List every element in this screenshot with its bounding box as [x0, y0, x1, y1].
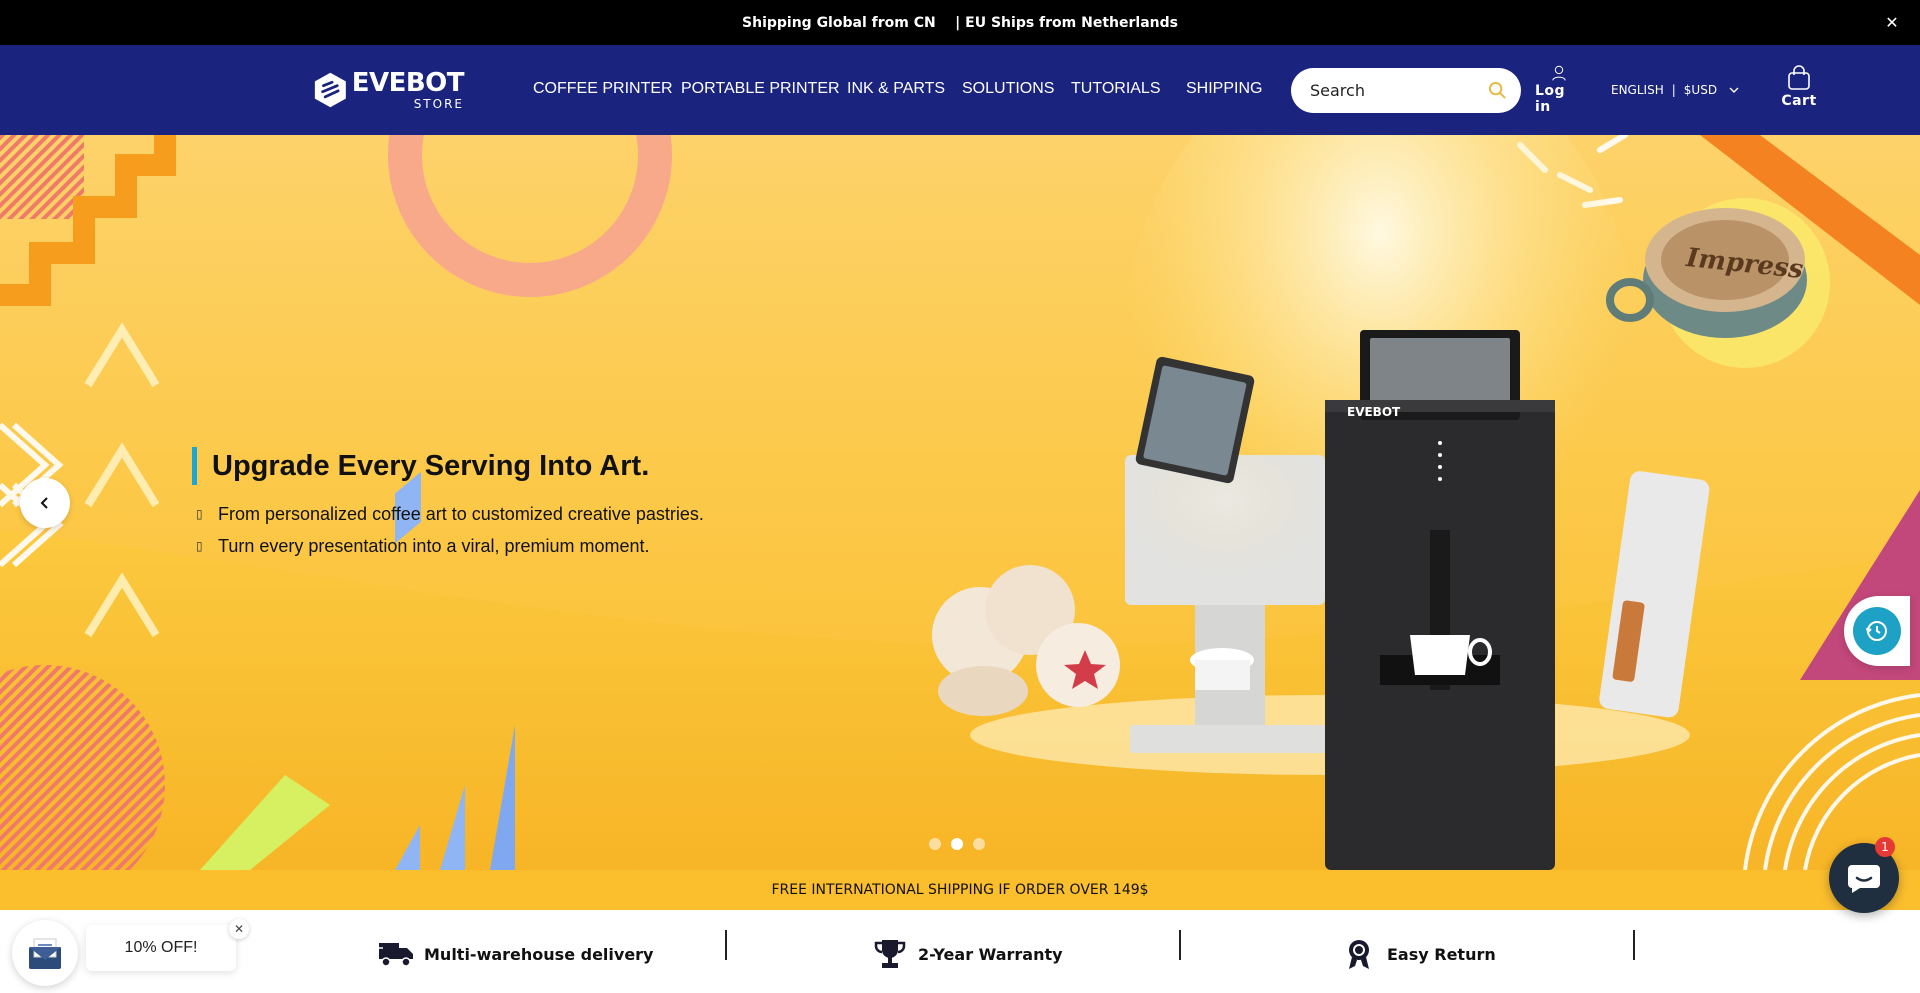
feature-easy-return: Easy Return — [1340, 938, 1496, 970]
promo-envelope-button[interactable] — [12, 920, 78, 986]
promo-label: 10% OFF! — [124, 939, 198, 956]
brand-name: EVEBOT — [351, 68, 465, 98]
feature-multi-warehouse: Multi-warehouse delivery — [377, 938, 653, 970]
cart-label: Cart — [1781, 93, 1817, 109]
hero-bullet-list: ▯ From personalized coffee art to customi… — [196, 498, 704, 562]
hero-bullet: ▯ From personalized coffee art to customi… — [196, 498, 704, 530]
feature-warranty: 2-Year Warranty — [871, 938, 1063, 970]
feature-label: Easy Return — [1387, 944, 1496, 964]
slider-dot[interactable] — [929, 838, 941, 850]
close-icon[interactable]: ✕ — [229, 919, 249, 939]
nav-solutions[interactable]: SOLUTIONS — [962, 80, 1054, 98]
hero-headline: Upgrade Every Serving Into Art. — [192, 447, 649, 485]
search-icon[interactable] — [1488, 81, 1507, 100]
free-shipping-banner: FREE INTERNATIONAL SHIPPING IF ORDER OVE… — [0, 870, 1920, 910]
recently-viewed-button[interactable] — [1844, 596, 1910, 666]
clock-history-icon — [1853, 607, 1901, 655]
logo[interactable]: EVEBOT STORE — [314, 67, 465, 113]
features-bar: Multi-warehouse delivery 2-Year Warranty… — [0, 910, 1920, 993]
slider-dot-active[interactable] — [951, 838, 963, 850]
announcement-text: Shipping Global from CN | EU Ships from … — [742, 14, 1178, 31]
slider-prev-button[interactable] — [20, 478, 70, 528]
truck-icon — [377, 938, 415, 970]
close-icon[interactable]: ✕ — [1882, 12, 1902, 32]
award-ribbon-icon — [1340, 938, 1378, 970]
slider-dots — [929, 838, 985, 850]
slider-dot[interactable] — [973, 838, 985, 850]
nav-tutorials[interactable]: TUTORIALS — [1071, 80, 1161, 98]
nav-ink-parts[interactable]: INK & PARTS — [847, 80, 945, 98]
hero-bullet: ▯ Turn every presentation into a viral, p… — [196, 530, 704, 562]
chat-notification-badge: 1 — [1875, 837, 1895, 857]
logo-mark-icon — [314, 72, 346, 108]
envelope-icon — [29, 938, 61, 969]
currency-label: $USD — [1683, 83, 1718, 97]
free-shipping-text: FREE INTERNATIONAL SHIPPING IF ORDER OVE… — [771, 882, 1149, 898]
trophy-icon — [871, 938, 909, 970]
feature-label: Multi-warehouse delivery — [424, 944, 654, 964]
hero-bullet-text: From personalized coffee art to customiz… — [218, 504, 704, 524]
divider — [1633, 930, 1635, 960]
shopping-bag-icon — [1788, 65, 1810, 90]
site-header: EVEBOT STORE COFFEE PRINTER PORTABLE PRI… — [0, 45, 1920, 135]
search-box — [1291, 68, 1521, 113]
announcement-bar: Shipping Global from CN | EU Ships from … — [0, 0, 1920, 45]
divider — [725, 930, 727, 960]
machine-brand-label: EVEBOT — [1347, 405, 1401, 419]
hero-banner[interactable]: EVEBOT Impress Upgrade Every Serving Int… — [0, 135, 1920, 870]
bullet-icon: ▯ — [196, 507, 203, 521]
search-input[interactable] — [1310, 81, 1480, 100]
nav-shipping[interactable]: SHIPPING — [1186, 80, 1262, 98]
cart-button[interactable]: Cart — [1780, 65, 1818, 115]
promo-card[interactable]: 10% OFF! — [86, 925, 236, 971]
chevron-left-icon — [40, 497, 48, 509]
hero-bullet-text: Turn every presentation into a viral, pr… — [218, 536, 650, 556]
locale-separator: | — [1671, 83, 1676, 97]
chat-bubble-icon — [1848, 865, 1880, 893]
nav-coffee-printer[interactable]: COFFEE PRINTER — [533, 80, 673, 98]
bullet-icon: ▯ — [196, 539, 203, 553]
brand-sub: STORE — [413, 97, 464, 111]
user-icon — [1552, 65, 1566, 81]
logo-text: EVEBOT STORE — [351, 68, 465, 111]
nav-portable-printer[interactable]: PORTABLE PRINTER — [681, 80, 840, 98]
divider — [1179, 930, 1181, 960]
language-label: ENGLISH — [1611, 83, 1664, 97]
login-label: Log in — [1535, 83, 1566, 115]
chevron-down-icon — [1729, 87, 1739, 93]
feature-label: 2-Year Warranty — [918, 944, 1063, 964]
login-button[interactable]: Log in — [1535, 65, 1583, 115]
locale-selector[interactable]: ENGLISH | $USD — [1611, 83, 1739, 97]
